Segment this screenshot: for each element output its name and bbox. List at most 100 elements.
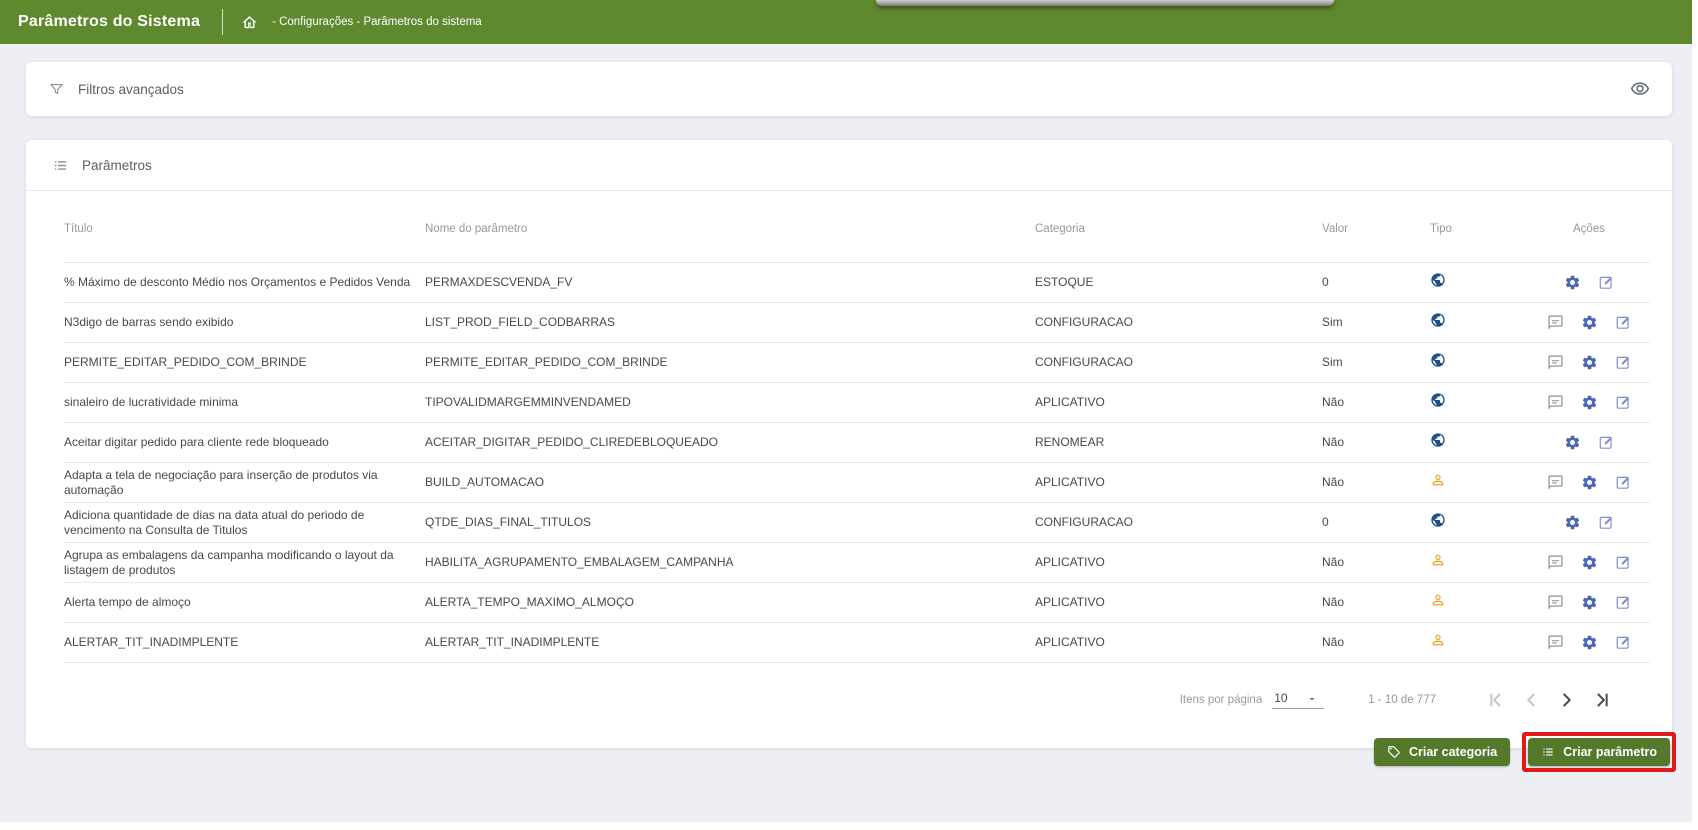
last-page-icon[interactable] xyxy=(1592,689,1614,711)
cell-categoria: CONFIGURACAO xyxy=(1035,315,1134,329)
edit-icon[interactable] xyxy=(1615,594,1632,611)
parameters-table: Título Nome do parâmetro Categoria Valor… xyxy=(26,191,1672,711)
cell-titulo: Agrupa as embalagens da campanha modific… xyxy=(64,547,394,577)
filter-icon xyxy=(48,81,65,98)
settings-icon[interactable] xyxy=(1581,474,1598,491)
settings-icon[interactable] xyxy=(1581,394,1598,411)
global-icon xyxy=(1430,312,1446,328)
settings-icon[interactable] xyxy=(1581,554,1598,571)
cell-nome: QTDE_DIAS_FINAL_TITULOS xyxy=(425,515,592,529)
cell-valor: 0 xyxy=(1322,275,1329,289)
table-row: N3digo de barras sendo exibido LIST_PROD… xyxy=(64,302,1650,342)
cell-valor: Sim xyxy=(1322,315,1343,329)
edit-icon[interactable] xyxy=(1615,634,1632,651)
cell-categoria: APLICATIVO xyxy=(1035,555,1105,569)
cell-acoes xyxy=(1528,474,1650,491)
cell-categoria: APLICATIVO xyxy=(1035,475,1105,489)
cell-acoes xyxy=(1528,274,1650,291)
settings-icon[interactable] xyxy=(1564,434,1581,451)
next-page-icon[interactable] xyxy=(1556,689,1578,711)
cell-nome: HABILITA_AGRUPAMENTO_EMBALAGEM_CAMPANHA xyxy=(425,555,734,569)
cell-titulo: % Máximo de desconto Médio nos Orçamento… xyxy=(64,275,411,289)
edit-icon[interactable] xyxy=(1598,434,1615,451)
create-parameter-button[interactable]: Criar parâmetro xyxy=(1528,738,1670,766)
column-header-valor: Valor xyxy=(1322,223,1348,235)
edit-icon[interactable] xyxy=(1615,354,1632,371)
column-header-titulo: Título xyxy=(64,223,93,235)
cell-categoria: CONFIGURACAO xyxy=(1035,355,1134,369)
cell-acoes xyxy=(1528,514,1650,531)
global-icon xyxy=(1430,352,1446,368)
cell-titulo: PERMITE_EDITAR_PEDIDO_COM_BRINDE xyxy=(64,355,307,369)
cell-valor: Não xyxy=(1322,595,1345,609)
comment-icon[interactable] xyxy=(1547,394,1564,411)
items-per-page-value: 10 xyxy=(1274,691,1288,705)
column-header-acoes: Ações xyxy=(1573,223,1605,235)
cell-categoria: APLICATIVO xyxy=(1035,395,1105,409)
cell-categoria: RENOMEAR xyxy=(1035,435,1105,449)
cell-acoes xyxy=(1528,354,1650,371)
edit-icon[interactable] xyxy=(1598,274,1615,291)
cell-categoria: CONFIGURACAO xyxy=(1035,515,1134,529)
cell-nome: ALERTAR_TIT_INADIMPLENTE xyxy=(425,635,600,649)
global-icon xyxy=(1430,392,1446,408)
prev-page-icon[interactable] xyxy=(1520,689,1542,711)
comment-icon[interactable] xyxy=(1547,594,1564,611)
cell-nome: PERMAXDESCVENDA_FV xyxy=(425,275,573,289)
global-icon xyxy=(1430,512,1446,528)
cell-acoes xyxy=(1528,634,1650,651)
settings-icon[interactable] xyxy=(1564,514,1581,531)
comment-icon[interactable] xyxy=(1547,634,1564,651)
app-page: Parâmetros do Sistema - Configurações - … xyxy=(0,0,1692,822)
list-icon xyxy=(1541,745,1555,759)
comment-icon[interactable] xyxy=(1547,314,1564,331)
table-row: PERMITE_EDITAR_PEDIDO_COM_BRINDE PERMITE… xyxy=(64,342,1650,382)
table-row: ALERTAR_TIT_INADIMPLENTE ALERTAR_TIT_INA… xyxy=(64,622,1650,662)
settings-icon[interactable] xyxy=(1581,354,1598,371)
edit-icon[interactable] xyxy=(1598,514,1615,531)
first-page-icon[interactable] xyxy=(1484,689,1506,711)
create-parameter-label: Criar parâmetro xyxy=(1563,745,1657,759)
table-body: % Máximo de desconto Médio nos Orçamento… xyxy=(64,262,1650,662)
create-category-button[interactable]: Criar categoria xyxy=(1373,738,1511,766)
comment-icon[interactable] xyxy=(1547,474,1564,491)
edit-icon[interactable] xyxy=(1615,314,1632,331)
user-icon xyxy=(1430,552,1446,568)
cell-valor: Não xyxy=(1322,555,1345,569)
home-icon[interactable] xyxy=(241,14,258,31)
cell-titulo: Aceitar digitar pedido para cliente rede… xyxy=(64,435,329,449)
cell-valor: 0 xyxy=(1322,515,1329,529)
breadcrumb: - Configurações - Parâmetros do sistema xyxy=(272,16,482,28)
cell-nome: LIST_PROD_FIELD_CODBARRAS xyxy=(425,315,616,329)
edit-icon[interactable] xyxy=(1615,554,1632,571)
cell-categoria: APLICATIVO xyxy=(1035,635,1105,649)
create-category-label: Criar categoria xyxy=(1408,745,1498,759)
advanced-filters-panel[interactable]: Filtros avançados xyxy=(26,62,1672,116)
comment-icon[interactable] xyxy=(1547,354,1564,371)
cell-categoria: APLICATIVO xyxy=(1035,595,1105,609)
tag-icon xyxy=(1387,745,1401,759)
items-per-page-select[interactable]: 10 xyxy=(1272,691,1325,709)
comment-icon[interactable] xyxy=(1547,554,1564,571)
settings-icon[interactable] xyxy=(1581,314,1598,331)
table-row: Alerta tempo de almoço ALERTA_TEMPO_MAXI… xyxy=(64,582,1650,622)
table-row: Aceitar digitar pedido para cliente rede… xyxy=(64,422,1650,462)
eye-icon[interactable] xyxy=(1630,79,1650,99)
settings-icon[interactable] xyxy=(1581,634,1598,651)
cell-valor: Não xyxy=(1322,435,1345,449)
cell-nome: PERMITE_EDITAR_PEDIDO_COM_BRINDE xyxy=(425,355,668,369)
table-row: Adapta a tela de negociação para inserçã… xyxy=(64,462,1650,502)
parameters-panel: Parâmetros Título Nome do parâmetro Cate… xyxy=(26,140,1672,748)
edit-icon[interactable] xyxy=(1615,394,1632,411)
cell-nome: TIPOVALIDMARGEMMINVENDAMED xyxy=(425,395,631,409)
edit-icon[interactable] xyxy=(1615,474,1632,491)
settings-icon[interactable] xyxy=(1564,274,1581,291)
caret-down-icon xyxy=(1306,693,1318,705)
settings-icon[interactable] xyxy=(1581,594,1598,611)
global-icon xyxy=(1430,432,1446,448)
footer-actions: Criar categoria Criar parâmetro xyxy=(1373,732,1676,772)
cell-categoria: ESTOQUE xyxy=(1035,275,1094,289)
cell-titulo: Adiciona quantidade de dias na data atua… xyxy=(64,507,365,537)
list-icon xyxy=(52,157,69,174)
cell-titulo: Alerta tempo de almoço xyxy=(64,595,191,609)
